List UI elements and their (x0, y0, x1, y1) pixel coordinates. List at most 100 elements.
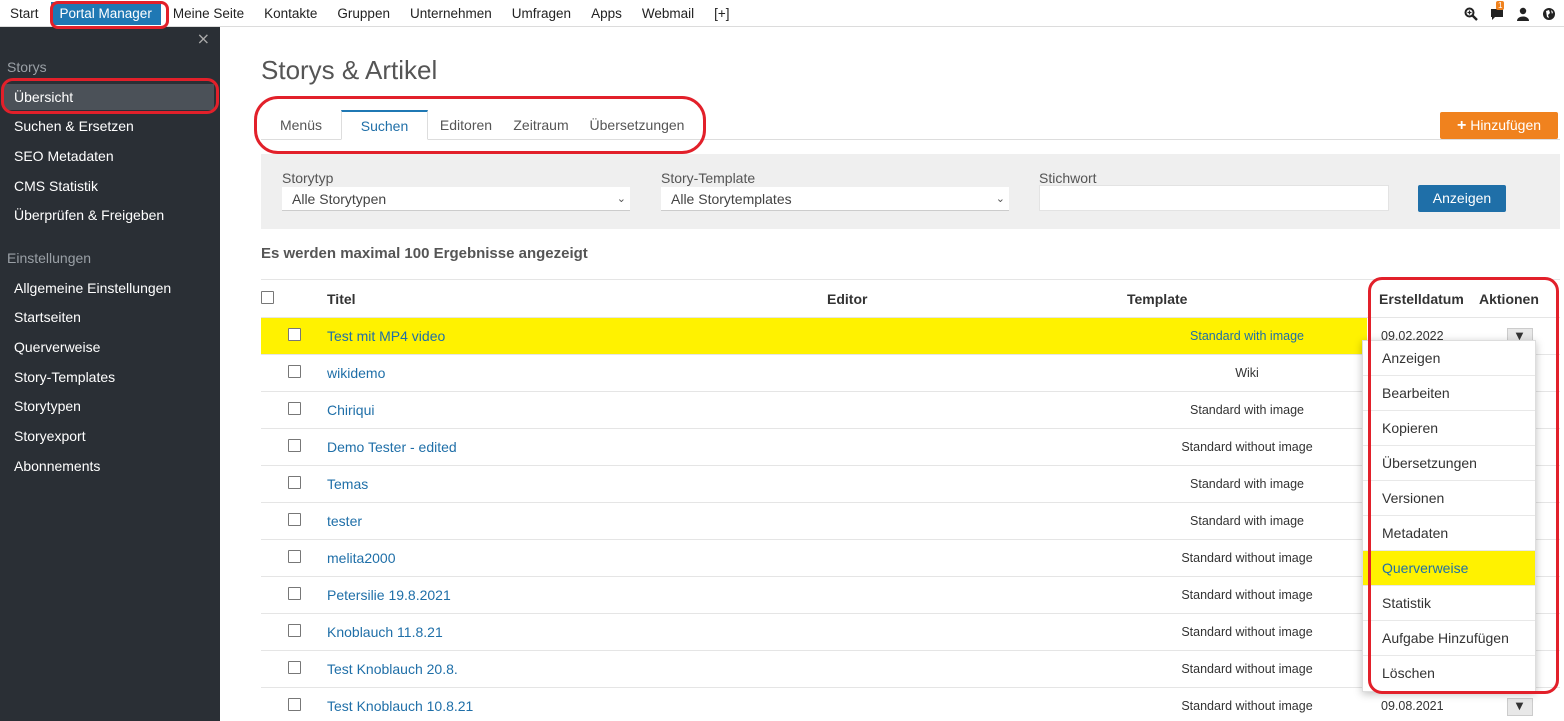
row-checkbox[interactable] (287, 476, 301, 489)
template-select[interactable]: Alle Storytemplates ⌄ (661, 187, 1009, 211)
tab-menues[interactable]: Menüs (269, 110, 333, 140)
story-title-link[interactable]: Temas (327, 476, 368, 492)
template-cell: Standard with image (1127, 317, 1367, 355)
sidebar: × Storys Übersicht Suchen & Ersetzen SEO… (0, 27, 220, 721)
top-navigation: Start Portal Manager Meine Seite Kontakt… (0, 0, 1564, 27)
row-checkbox[interactable] (287, 439, 301, 452)
editor-cell (827, 465, 1127, 503)
editor-cell (827, 650, 1127, 688)
story-title-link[interactable]: melita2000 (327, 550, 396, 566)
table-header-row: Titel Editor Template Erstelldatum Aktio… (261, 279, 1560, 318)
menu-item-bearbeiten[interactable]: Bearbeiten (1363, 376, 1535, 411)
template-cell: Standard with image (1127, 502, 1367, 540)
chevron-down-icon: ⌄ (995, 192, 1005, 205)
nav-kontakte[interactable]: Kontakte (254, 0, 327, 27)
add-button[interactable]: + Hinzufügen (1440, 112, 1558, 139)
template-cell: Wiki (1127, 354, 1367, 392)
sidebar-item-querverweise[interactable]: Querverweise (0, 334, 220, 360)
template-cell: Standard with image (1127, 391, 1367, 429)
keyword-input[interactable] (1039, 185, 1389, 211)
row-checkbox[interactable] (287, 550, 301, 563)
sidebar-item-cms-statistik[interactable]: CMS Statistik (0, 173, 220, 199)
story-title-link[interactable]: Test mit MP4 video (327, 328, 445, 344)
sidebar-item-abonnements[interactable]: Abonnements (0, 453, 220, 479)
sidebar-section-storys: Storys (7, 59, 47, 75)
show-button[interactable]: Anzeigen (1418, 185, 1506, 212)
search-icon[interactable] (1464, 7, 1478, 21)
sidebar-item-story-templates[interactable]: Story-Templates (0, 364, 220, 390)
story-title-link[interactable]: tester (327, 513, 362, 529)
row-checkbox[interactable] (287, 661, 301, 674)
tab-uebersetzungen[interactable]: Übersetzungen (583, 110, 691, 140)
sidebar-item-storyexport[interactable]: Storyexport (0, 423, 220, 449)
menu-item-versionen[interactable]: Versionen (1363, 481, 1535, 516)
storytyp-select[interactable]: Alle Storytypen ⌄ (282, 187, 630, 211)
story-title-link[interactable]: Petersilie 19.8.2021 (327, 587, 451, 603)
col-erstelldatum[interactable]: Erstelldatum (1367, 279, 1479, 318)
sidebar-item-uebersicht[interactable]: Übersicht (4, 84, 214, 110)
menu-item-loeschen[interactable]: Löschen (1363, 656, 1535, 691)
search-filter-panel: Storytyp Alle Storytypen ⌄ Story-Templat… (261, 154, 1560, 229)
template-cell: Standard without image (1127, 539, 1367, 577)
template-cell: Standard without image (1127, 576, 1367, 614)
row-checkbox[interactable] (287, 328, 301, 341)
user-icon[interactable] (1516, 7, 1530, 21)
sidebar-section-einstellungen: Einstellungen (7, 250, 92, 266)
tab-zeitraum[interactable]: Zeitraum (507, 110, 575, 140)
sidebar-item-ueberpruefen[interactable]: Überprüfen & Freigeben (0, 202, 220, 228)
story-title-link[interactable]: Chiriqui (327, 402, 374, 418)
row-checkbox[interactable] (287, 587, 301, 600)
story-title-link[interactable]: Demo Tester - edited (327, 439, 457, 455)
storytyp-label: Storytyp (282, 170, 334, 186)
template-value: Alle Storytemplates (671, 191, 792, 207)
menu-item-aufgabe-hinzufuegen[interactable]: Aufgabe Hinzufügen (1363, 621, 1535, 656)
nav-unternehmen[interactable]: Unternehmen (400, 0, 502, 27)
sidebar-item-startseiten[interactable]: Startseiten (0, 304, 220, 330)
nav-meine-seite[interactable]: Meine Seite (163, 0, 254, 27)
menu-item-querverweise[interactable]: Querverweise (1363, 551, 1535, 586)
col-editor[interactable]: Editor (827, 279, 1127, 318)
sidebar-item-allgemeine-einstellungen[interactable]: Allgemeine Einstellungen (0, 275, 220, 301)
menu-item-metadaten[interactable]: Metadaten (1363, 516, 1535, 551)
globe-icon[interactable] (1542, 7, 1556, 21)
menu-item-uebersetzungen[interactable]: Übersetzungen (1363, 446, 1535, 481)
actions-dropdown-button[interactable]: ▼ (1506, 698, 1533, 717)
menu-item-statistik[interactable]: Statistik (1363, 586, 1535, 621)
chat-icon[interactable]: 1 (1490, 0, 1505, 21)
nav-gruppen[interactable]: Gruppen (327, 0, 400, 27)
col-titel[interactable]: Titel (327, 279, 827, 318)
row-checkbox[interactable] (287, 513, 301, 526)
sidebar-item-storytypen[interactable]: Storytypen (0, 393, 220, 419)
menu-item-anzeigen[interactable]: Anzeigen (1363, 341, 1535, 376)
editor-cell (827, 613, 1127, 651)
story-title-link[interactable]: Knoblauch 11.8.21 (327, 624, 443, 640)
col-template[interactable]: Template (1127, 279, 1367, 318)
row-checkbox[interactable] (287, 624, 301, 637)
story-title-link[interactable]: Test Knoblauch 20.8. (327, 661, 458, 677)
story-title-link[interactable]: Test Knoblauch 10.8.21 (327, 698, 473, 714)
menu-item-kopieren[interactable]: Kopieren (1363, 411, 1535, 446)
tab-suchen[interactable]: Suchen (341, 110, 428, 140)
nav-apps[interactable]: Apps (581, 0, 632, 27)
template-cell: Standard without image (1127, 613, 1367, 651)
nav-webmail[interactable]: Webmail (632, 0, 704, 27)
nav-umfragen[interactable]: Umfragen (502, 0, 581, 27)
col-aktionen: Aktionen (1479, 279, 1560, 318)
sidebar-item-suchen-ersetzen[interactable]: Suchen & Ersetzen (0, 113, 220, 139)
close-icon[interactable]: × (197, 29, 210, 48)
row-checkbox[interactable] (287, 365, 301, 378)
select-all-checkbox[interactable] (261, 290, 274, 304)
actions-dropdown-menu: Anzeigen Bearbeiten Kopieren Übersetzung… (1362, 340, 1536, 692)
date-cell: 09.08.2021 (1367, 687, 1479, 721)
template-cell: Standard without image (1127, 650, 1367, 688)
tab-editoren[interactable]: Editoren (433, 110, 499, 140)
nav-start[interactable]: Start (0, 0, 49, 27)
story-title-link[interactable]: wikidemo (327, 365, 385, 381)
row-checkbox[interactable] (287, 698, 301, 712)
storytyp-value: Alle Storytypen (292, 191, 387, 207)
row-checkbox[interactable] (287, 402, 301, 415)
sidebar-item-seo-metadaten[interactable]: SEO Metadaten (0, 143, 220, 169)
nav-portal-manager[interactable]: Portal Manager (50, 1, 161, 25)
nav-add-more[interactable]: [+] (704, 0, 739, 27)
editor-cell (827, 687, 1127, 721)
